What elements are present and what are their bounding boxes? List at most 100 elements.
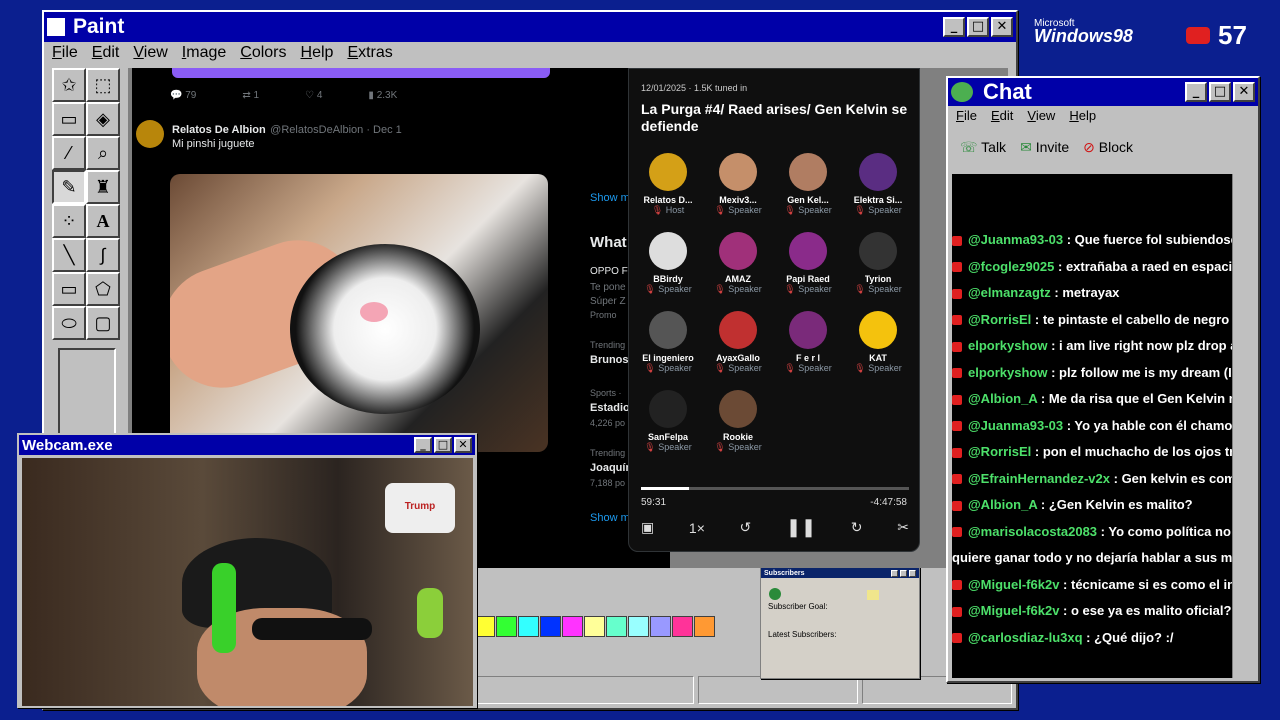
talk-button[interactable]: ☏ Talk [960, 139, 1006, 156]
menu-file[interactable]: File [52, 44, 78, 64]
trend-joaquin[interactable]: Joaquín [590, 462, 632, 474]
speaker-7[interactable]: Tyrion 🎙 Speaker [843, 232, 913, 305]
maximize-button[interactable]: □ [967, 17, 989, 37]
chat-titlebar[interactable]: Chat _ □ ✕ [948, 78, 1258, 106]
forward-icon[interactable]: ↻ [851, 519, 863, 536]
playback-progress[interactable] [641, 487, 909, 490]
palette-color-4[interactable] [562, 616, 583, 637]
chat-username[interactable]: @Miguel-f6k2v [968, 577, 1059, 592]
speaker-6[interactable]: Papi Raed 🎙 Speaker [773, 232, 843, 305]
speaker-avatar[interactable] [719, 153, 757, 191]
tweet-author[interactable]: Relatos De Albion [172, 124, 266, 136]
reply-count[interactable]: 💬 79 [170, 90, 196, 101]
speaker-5[interactable]: AMAZ 🎙 Speaker [703, 232, 773, 305]
menu-colors[interactable]: Colors [240, 44, 286, 64]
speed-button[interactable]: 1× [689, 520, 705, 536]
ellipse-icon[interactable]: ⬭ [52, 306, 86, 340]
speaker-avatar[interactable] [859, 153, 897, 191]
webcam-titlebar[interactable]: Webcam.exe _ □ ✕ [19, 435, 475, 455]
speaker-avatar[interactable] [859, 311, 897, 349]
palette-color-5[interactable] [584, 616, 605, 637]
close-button[interactable] [909, 569, 916, 577]
curve-icon[interactable]: ∫ [86, 238, 120, 272]
trend-estadio[interactable]: Estadio [590, 402, 630, 414]
speaker-3[interactable]: Elektra Si... 🎙 Speaker [843, 153, 913, 226]
airbrush-icon[interactable]: ⁘ [52, 204, 86, 238]
speaker-10[interactable]: F e r l 🎙 Speaker [773, 311, 843, 384]
text-icon[interactable]: A [86, 204, 120, 238]
paint-titlebar[interactable]: Paint _ □ ✕ [44, 12, 1016, 42]
pause-icon[interactable]: ❚❚ [786, 517, 816, 538]
palette-color-6[interactable] [606, 616, 627, 637]
subscribers-titlebar[interactable]: Subscribers [761, 568, 919, 578]
chat-username[interactable]: @RorrisEl [968, 312, 1031, 327]
invite-button[interactable]: ✉ Invite [1020, 139, 1069, 156]
speaker-avatar[interactable] [859, 232, 897, 270]
close-button[interactable]: ✕ [1233, 82, 1255, 102]
oppo-trend[interactable]: OPPO F [590, 266, 628, 277]
rectangle-icon[interactable]: ▭ [52, 272, 86, 306]
speaker-11[interactable]: KAT 🎙 Speaker [843, 311, 913, 384]
speaker-8[interactable]: El ingeniero 🎙 Speaker [633, 311, 703, 384]
free-select-icon[interactable]: ✩ [52, 68, 86, 102]
minimize-button[interactable]: _ [1185, 82, 1207, 102]
speaker-4[interactable]: BBirdy 🎙 Speaker [633, 232, 703, 305]
speaker-1[interactable]: Mexiv3... 🎙 Speaker [703, 153, 773, 226]
menu-extras[interactable]: Extras [347, 44, 392, 64]
chat-menu-view[interactable]: View [1027, 108, 1055, 124]
speaker-0[interactable]: Relatos D... 🎙 Host [633, 153, 703, 226]
palette-color-9[interactable] [672, 616, 693, 637]
speaker-avatar[interactable] [789, 311, 827, 349]
maximize-button[interactable]: □ [434, 437, 452, 453]
close-button[interactable]: ✕ [991, 17, 1013, 37]
chat-username[interactable]: @Albion_A [968, 497, 1037, 512]
menu-image[interactable]: Image [182, 44, 226, 64]
palette-color-8[interactable] [650, 616, 671, 637]
speaker-avatar[interactable] [789, 232, 827, 270]
rounded-rect-icon[interactable]: ▢ [86, 306, 120, 340]
speaker-avatar[interactable] [789, 153, 827, 191]
chat-username[interactable]: @Miguel-f6k2v [968, 603, 1059, 618]
palette-color-10[interactable] [694, 616, 715, 637]
speaker-9[interactable]: AyaxGallo 🎙 Speaker [703, 311, 773, 384]
captions-icon[interactable]: ▣ [641, 519, 654, 536]
palette-color-2[interactable] [518, 616, 539, 637]
view-count[interactable]: ▮ 2.3K [368, 90, 397, 101]
tweet-image[interactable] [170, 174, 548, 452]
minimize-button[interactable]: _ [414, 437, 432, 453]
chat-username[interactable]: @fcoglez9025 [968, 259, 1054, 274]
chat-scrollbar[interactable] [1232, 174, 1248, 678]
speaker-12[interactable]: SanFelpa 🎙 Speaker [633, 390, 703, 463]
block-button[interactable]: ⊘ Block [1083, 139, 1133, 156]
show-more-link[interactable]: Show m [590, 192, 630, 204]
speaker-avatar[interactable] [719, 390, 757, 428]
menu-edit[interactable]: Edit [92, 44, 120, 64]
chat-menu-file[interactable]: File [956, 108, 977, 124]
picker-icon[interactable]: ⁄ [52, 136, 86, 170]
magnifier-icon[interactable]: ⌕ [86, 136, 120, 170]
speaker-13[interactable]: Rookie 🎙 Speaker [703, 390, 773, 463]
menu-view[interactable]: View [133, 44, 167, 64]
chat-username[interactable]: elporkyshow [968, 365, 1047, 380]
trend-brunos[interactable]: Brunos [590, 354, 629, 366]
chat-username[interactable]: @Juanma93-03 [968, 232, 1063, 247]
chat-username[interactable]: elporkyshow [968, 338, 1047, 353]
retweet-count[interactable]: ⇄ 1 [242, 90, 259, 101]
maximize-button[interactable]: □ [1209, 82, 1231, 102]
eraser-icon[interactable]: ▭ [52, 102, 86, 136]
chat-menu-edit[interactable]: Edit [991, 108, 1013, 124]
brush-icon[interactable]: ♜ [86, 170, 120, 204]
close-button[interactable]: ✕ [454, 437, 472, 453]
palette-color-3[interactable] [540, 616, 561, 637]
like-count[interactable]: ♡ 4 [305, 90, 322, 101]
avatar[interactable] [136, 120, 164, 148]
speaker-avatar[interactable] [649, 153, 687, 191]
chat-username[interactable]: @RorrisEl [968, 444, 1031, 459]
speaker-avatar[interactable] [649, 390, 687, 428]
palette-color-0[interactable] [474, 616, 495, 637]
pencil-icon[interactable]: ✎ [52, 170, 86, 204]
rect-select-icon[interactable]: ⬚ [86, 68, 120, 102]
minimize-button[interactable]: _ [943, 17, 965, 37]
show-more-link[interactable]: Show m [590, 512, 630, 524]
speaker-avatar[interactable] [649, 232, 687, 270]
